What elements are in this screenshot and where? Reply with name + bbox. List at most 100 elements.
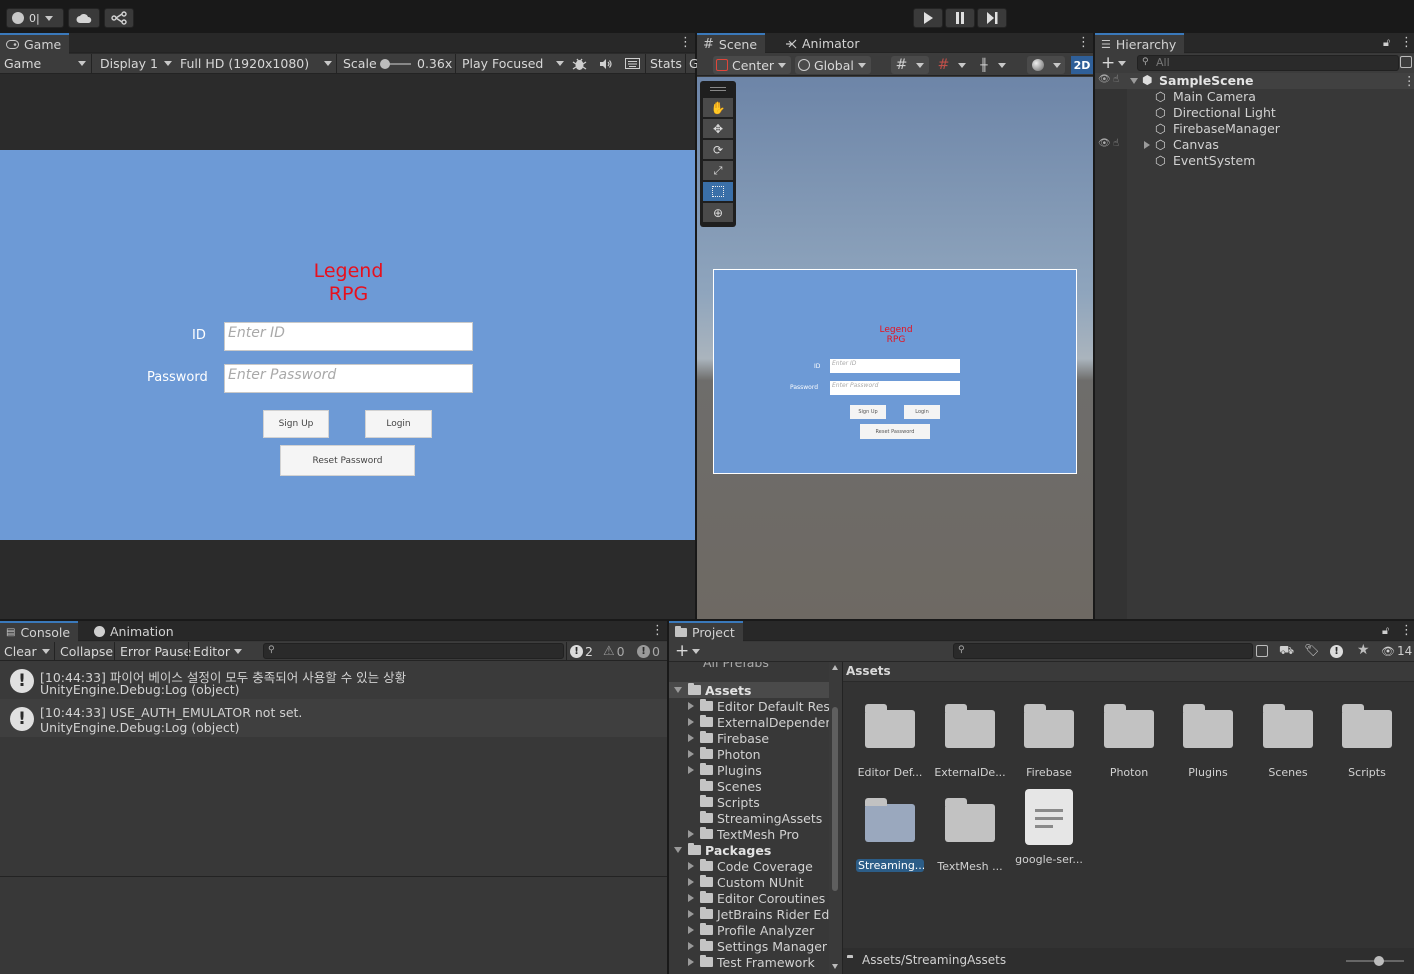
tree-item[interactable]: Editor Default Resou xyxy=(688,698,842,714)
hierarchy-search-input[interactable]: ⚲ All xyxy=(1137,55,1399,71)
hidden-packages-toggle[interactable]: 👁︎ 14 xyxy=(1381,644,1412,658)
visibility-eye-icon[interactable]: 👁︎ xyxy=(1098,138,1111,149)
increment-snap-dropdown[interactable]: # xyxy=(933,56,971,74)
log-type-filter-icon[interactable]: ! xyxy=(1330,645,1343,658)
icon-size-slider-handle[interactable] xyxy=(1374,956,1384,966)
tree-packages-root[interactable]: Packages xyxy=(674,842,771,858)
password-input[interactable]: Enter Password xyxy=(224,364,473,393)
asset-folder-item[interactable]: Photon xyxy=(1089,702,1169,779)
tree-assets-root[interactable]: Assets xyxy=(669,682,829,698)
asset-folder-item[interactable]: Scenes xyxy=(1248,702,1328,779)
tree-scrollbar[interactable] xyxy=(829,662,842,974)
lock-icon[interactable]: 🔓︎ xyxy=(1382,624,1389,638)
chevron-down-icon[interactable] xyxy=(42,649,50,654)
hierarchy-item[interactable]: ⬡ FirebaseManager xyxy=(1095,121,1414,137)
tree-item[interactable]: JetBrains Rider Edit xyxy=(688,906,838,922)
hierarchy-menu-icon[interactable]: ⋮ xyxy=(1400,36,1413,49)
project-search-input[interactable]: ⚲ xyxy=(953,643,1253,659)
hierarchy-item[interactable]: 👁︎ ☝︎ ⬡ Canvas xyxy=(1095,137,1414,153)
expand-arrow-icon[interactable] xyxy=(688,926,694,934)
tree-item[interactable]: Firebase xyxy=(688,730,769,746)
expand-arrow-icon[interactable] xyxy=(688,718,694,726)
search-by-type-icon[interactable] xyxy=(1256,645,1268,657)
sign-up-button[interactable]: Sign Up xyxy=(263,410,329,438)
expand-arrow-icon[interactable] xyxy=(688,878,694,886)
package-filter-icon[interactable]: ⛟ xyxy=(1279,643,1294,659)
ruler-dropdown[interactable]: ╫ xyxy=(975,56,1011,74)
lock-icon[interactable]: 🔓︎ xyxy=(1383,36,1390,50)
space-dropdown[interactable]: Global xyxy=(795,56,871,74)
game-menu-icon[interactable]: ⋮ xyxy=(679,36,692,49)
asset-folder-item[interactable]: Plugins xyxy=(1168,702,1248,779)
expand-arrow-icon[interactable] xyxy=(688,942,694,950)
create-button[interactable]: + xyxy=(1101,54,1115,72)
tree-item[interactable]: TextMesh Pro xyxy=(688,826,799,842)
tree-item[interactable]: Settings Manager xyxy=(688,938,827,954)
expand-arrow-icon[interactable] xyxy=(688,750,694,758)
login-button[interactable]: Login xyxy=(365,410,432,438)
transform-tool-icon[interactable]: ⊕ xyxy=(703,203,733,222)
game-mode-dropdown[interactable]: Game xyxy=(4,54,88,74)
scene-menu-icon[interactable]: ⋮ xyxy=(1077,36,1090,49)
search-options-icon[interactable] xyxy=(1400,56,1412,68)
hierarchy-item[interactable]: ⬡ Directional Light xyxy=(1095,105,1414,121)
asset-folder-item[interactable]: TextMesh ... xyxy=(930,796,1010,873)
cloud-button[interactable] xyxy=(68,8,100,28)
asset-folder-item-selected[interactable]: Streaming... xyxy=(850,796,930,872)
expand-arrow-icon[interactable] xyxy=(1130,78,1138,84)
console-search-input[interactable]: ⚲ xyxy=(263,643,564,659)
keyboard-shortcuts-icon[interactable] xyxy=(625,54,640,74)
rotate-tool-icon[interactable]: ⟳ xyxy=(703,140,733,159)
tree-item[interactable]: Test Framework xyxy=(688,954,815,970)
play-button[interactable] xyxy=(913,8,943,28)
label-filter-icon[interactable]: 🏷︎ xyxy=(1304,643,1319,657)
hierarchy-item[interactable]: ⬡ Main Camera xyxy=(1095,89,1414,105)
hierarchy-scene-row[interactable]: 👁︎ ☝︎ ⬢ SampleScene ⋮ xyxy=(1095,73,1414,89)
favorite-star-icon[interactable]: ★ xyxy=(1357,642,1370,658)
tree-item[interactable]: Plugins xyxy=(688,762,762,778)
tab-animation[interactable]: Animation xyxy=(88,621,182,642)
expand-arrow-icon[interactable] xyxy=(688,830,694,838)
expand-arrow-icon[interactable] xyxy=(688,702,694,710)
resolution-dropdown[interactable]: Full HD (1920x1080) xyxy=(180,54,332,74)
asset-folder-item[interactable]: Scripts xyxy=(1327,702,1407,779)
expand-arrow-icon[interactable] xyxy=(1144,141,1150,149)
expand-arrow-icon[interactable] xyxy=(688,958,694,966)
editor-dropdown[interactable]: Editor xyxy=(193,642,242,661)
scale-tool-icon[interactable]: ⤢ xyxy=(703,161,733,180)
expand-arrow-icon[interactable] xyxy=(688,766,694,774)
tab-scene[interactable]: # Scene xyxy=(697,33,766,54)
palette-handle[interactable] xyxy=(710,87,726,88)
reset-password-button[interactable]: Reset Password xyxy=(280,445,415,476)
tree-item[interactable]: ExternalDependenc xyxy=(688,714,840,730)
expand-arrow-icon[interactable] xyxy=(688,734,694,742)
tree-item[interactable]: Photon xyxy=(688,746,761,762)
pickable-icon[interactable]: ☝︎ xyxy=(1113,138,1119,149)
tab-project[interactable]: Project xyxy=(669,621,743,642)
play-focused-dropdown[interactable]: Play Focused xyxy=(462,54,564,74)
breadcrumb-assets[interactable]: Assets xyxy=(846,664,891,678)
tree-item[interactable]: Profile Analyzer xyxy=(688,922,814,938)
pickable-icon[interactable]: ☝︎ xyxy=(1113,74,1119,85)
console-menu-icon[interactable]: ⋮ xyxy=(651,624,664,637)
expand-arrow-icon[interactable] xyxy=(674,847,682,853)
stats-button[interactable]: Stats xyxy=(650,54,682,74)
tree-item[interactable]: StreamingAssets xyxy=(700,810,822,826)
asset-file-item[interactable]: google-ser... xyxy=(1009,789,1089,866)
pivot-dropdown[interactable]: Center xyxy=(713,56,791,74)
tree-item[interactable]: Scripts xyxy=(700,794,760,810)
display-dropdown[interactable]: Display 1 xyxy=(100,54,172,74)
rect-tool-icon[interactable] xyxy=(703,182,733,201)
tab-hierarchy[interactable]: ☰ Hierarchy xyxy=(1095,33,1185,54)
collapse-button[interactable]: Collapse xyxy=(60,642,113,661)
visibility-eye-icon[interactable]: 👁︎ xyxy=(1098,74,1111,85)
expand-arrow-icon[interactable] xyxy=(674,687,682,693)
asset-folder-item[interactable]: Editor Def... xyxy=(850,702,930,779)
error-pause-button[interactable]: Error Pause xyxy=(120,642,191,661)
scene-canvas-preview[interactable]: Legend RPG ID Enter ID Password Enter Pa… xyxy=(713,269,1077,474)
gizmo-bug-icon[interactable] xyxy=(572,54,587,74)
tab-game[interactable]: Game xyxy=(0,33,70,54)
scroll-down-icon[interactable] xyxy=(832,964,838,969)
tree-item[interactable]: Editor Coroutines xyxy=(688,890,825,906)
create-asset-button[interactable]: + xyxy=(675,642,689,660)
